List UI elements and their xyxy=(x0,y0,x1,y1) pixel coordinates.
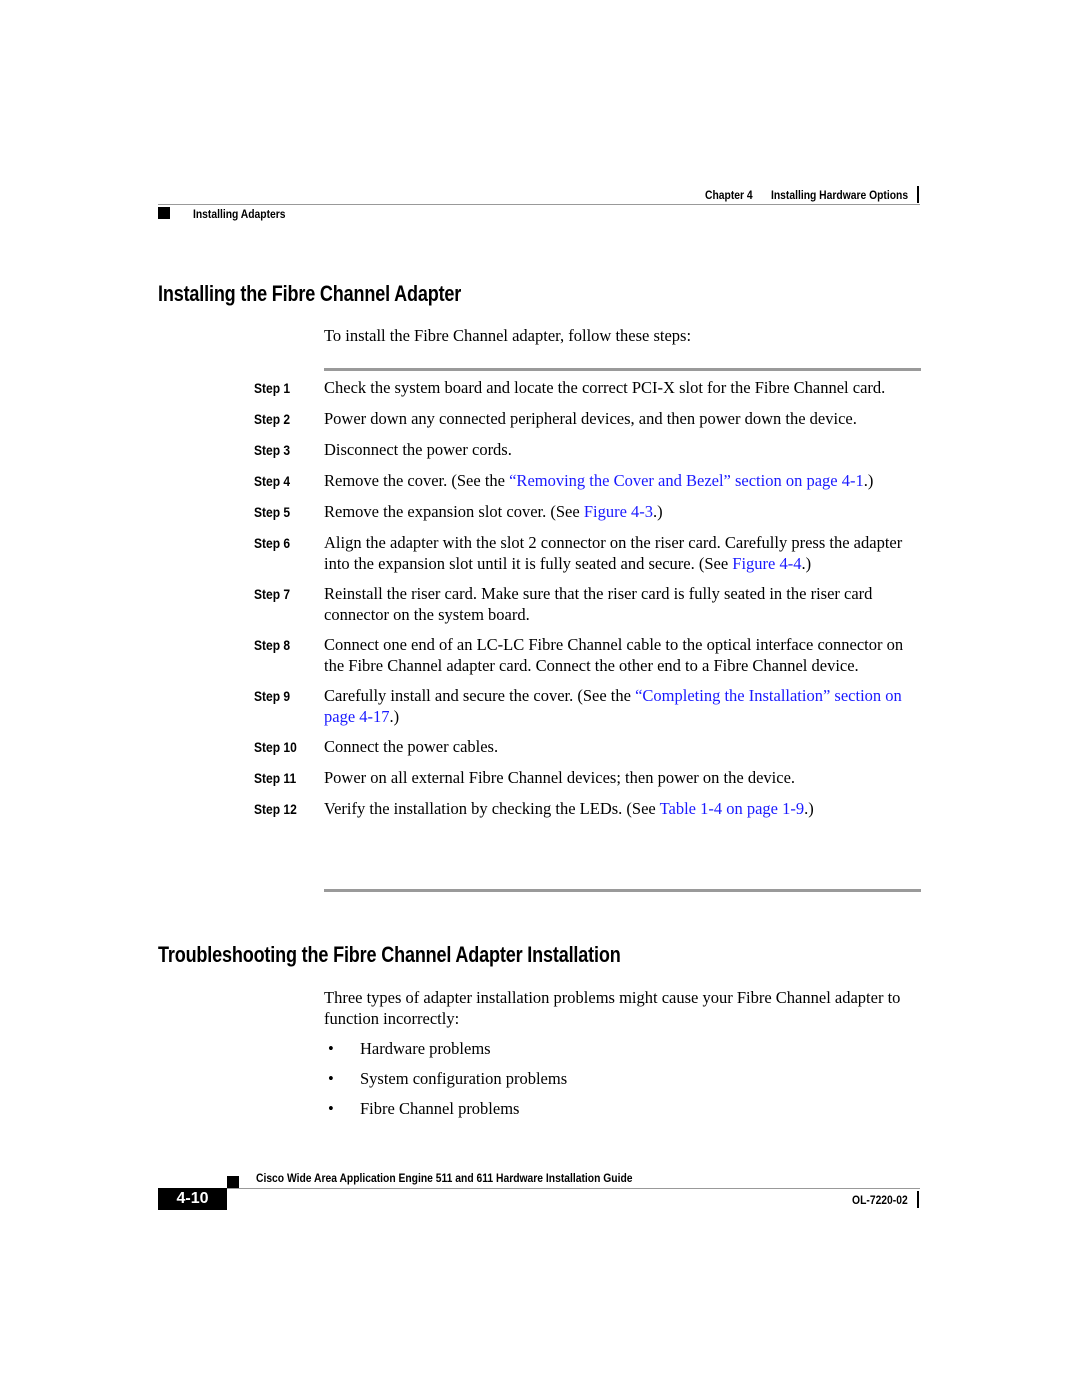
section-heading-install: Installing the Fibre Channel Adapter xyxy=(158,281,462,306)
step-label: Step 2 xyxy=(254,411,291,427)
steps-bottom-rule xyxy=(324,889,921,892)
step-text: Disconnect the power cords. xyxy=(324,440,512,459)
step-text: Power on all external Fibre Channel devi… xyxy=(324,768,796,787)
header-square-marker xyxy=(158,207,170,219)
list-item-text: Hardware problems xyxy=(360,1039,491,1058)
step-text: Remove the expansion slot cover. (See Fi… xyxy=(324,501,924,523)
step-text: Remove the cover. (See the “Removing the… xyxy=(324,470,924,492)
step-text-pre: Remove the expansion slot cover. (See xyxy=(324,502,584,521)
step-1: Step 1 Check the system board and locate… xyxy=(254,377,934,399)
link-removing-cover-bezel[interactable]: “Removing the Cover and Bezel” section o… xyxy=(509,471,864,490)
step-text-pre: Remove the cover. (See the xyxy=(324,471,510,490)
step-label: Step 3 xyxy=(254,442,291,458)
step-text: Connect the power cables. xyxy=(324,737,499,756)
bullet-icon: • xyxy=(328,1069,334,1088)
step-8: Step 8 Connect one end of an LC-LC Fibre… xyxy=(254,634,934,676)
step-text-post: .) xyxy=(801,554,812,573)
step-label: Step 4 xyxy=(254,473,291,489)
step-11: Step 11 Power on all external Fibre Chan… xyxy=(254,767,934,789)
step-label: Step 12 xyxy=(254,801,297,817)
install-intro: To install the Fibre Channel adapter, fo… xyxy=(324,326,692,345)
step-label: Step 10 xyxy=(254,739,297,755)
footer-bar-marker xyxy=(917,1191,919,1208)
step-label: Step 1 xyxy=(254,380,291,396)
list-item: • System configuration problems xyxy=(324,1068,924,1089)
footer-rule xyxy=(227,1188,920,1189)
problem-list: • Hardware problems • System configurati… xyxy=(324,1038,924,1128)
step-text: Power down any connected peripheral devi… xyxy=(324,409,857,428)
procedure-steps: Step 1 Check the system board and locate… xyxy=(254,377,934,829)
bullet-icon: • xyxy=(328,1039,334,1058)
footer-doc-id: OL-7220-02 xyxy=(852,1193,908,1207)
list-item: • Fibre Channel problems xyxy=(324,1098,924,1119)
step-text-pre: Carefully install and secure the cover. … xyxy=(324,686,636,705)
footer-square-marker xyxy=(227,1176,239,1188)
link-figure-4-4[interactable]: Figure 4-4 xyxy=(732,554,801,573)
link-table-1-4[interactable]: Table 1-4 on page 1-9 xyxy=(660,799,805,818)
list-item-text: System configuration problems xyxy=(360,1069,568,1088)
list-item-text: Fibre Channel problems xyxy=(360,1099,520,1118)
running-header-chapter: Chapter 4 Installing Hardware Options xyxy=(705,188,908,202)
footer-guide-title: Cisco Wide Area Application Engine 511 a… xyxy=(256,1171,633,1185)
step-6: Step 6 Align the adapter with the slot 2… xyxy=(254,532,934,574)
chapter-number: Chapter 4 xyxy=(704,188,753,202)
step-text-pre: Verify the installation by checking the … xyxy=(324,799,660,818)
steps-top-rule xyxy=(324,368,921,371)
step-text: Carefully install and secure the cover. … xyxy=(324,685,924,727)
list-item: • Hardware problems xyxy=(324,1038,924,1059)
step-label: Step 7 xyxy=(254,586,291,602)
running-header-section: Installing Adapters xyxy=(193,207,286,221)
step-text: Verify the installation by checking the … xyxy=(324,798,924,820)
step-9: Step 9 Carefully install and secure the … xyxy=(254,685,934,727)
step-text: Reinstall the riser card. Make sure that… xyxy=(324,584,873,624)
step-text-post: .) xyxy=(863,471,874,490)
step-text-post: .) xyxy=(653,502,663,521)
step-3: Step 3 Disconnect the power cords. xyxy=(254,439,934,461)
page-number-tab: 4-10 xyxy=(158,1188,227,1210)
step-label: Step 5 xyxy=(254,504,291,520)
step-text: Check the system board and locate the co… xyxy=(324,378,886,397)
step-4: Step 4 Remove the cover. (See the “Remov… xyxy=(254,470,934,492)
section-heading-troubleshooting: Troubleshooting the Fibre Channel Adapte… xyxy=(158,942,621,967)
step-label: Step 9 xyxy=(254,688,291,704)
step-12: Step 12 Verify the installation by check… xyxy=(254,798,934,820)
step-label: Step 8 xyxy=(254,637,291,653)
step-label: Step 6 xyxy=(254,535,291,551)
header-rule xyxy=(158,204,920,205)
step-label: Step 11 xyxy=(254,770,297,786)
step-text-post: .) xyxy=(804,799,814,818)
step-text-pre: Align the adapter with the slot 2 connec… xyxy=(324,533,903,573)
troubleshooting-intro: Three types of adapter installation prob… xyxy=(324,988,901,1028)
header-bar-marker xyxy=(917,186,919,203)
step-2: Step 2 Power down any connected peripher… xyxy=(254,408,934,430)
step-10: Step 10 Connect the power cables. xyxy=(254,736,934,758)
step-5: Step 5 Remove the expansion slot cover. … xyxy=(254,501,934,523)
bullet-icon: • xyxy=(328,1099,334,1118)
chapter-title: Installing Hardware Options xyxy=(770,188,908,202)
step-text-post: .) xyxy=(389,707,400,726)
link-figure-4-3[interactable]: Figure 4-3 xyxy=(584,502,653,521)
step-7: Step 7 Reinstall the riser card. Make su… xyxy=(254,583,934,625)
step-text: Align the adapter with the slot 2 connec… xyxy=(324,532,924,574)
step-text: Connect one end of an LC-LC Fibre Channe… xyxy=(324,635,904,675)
